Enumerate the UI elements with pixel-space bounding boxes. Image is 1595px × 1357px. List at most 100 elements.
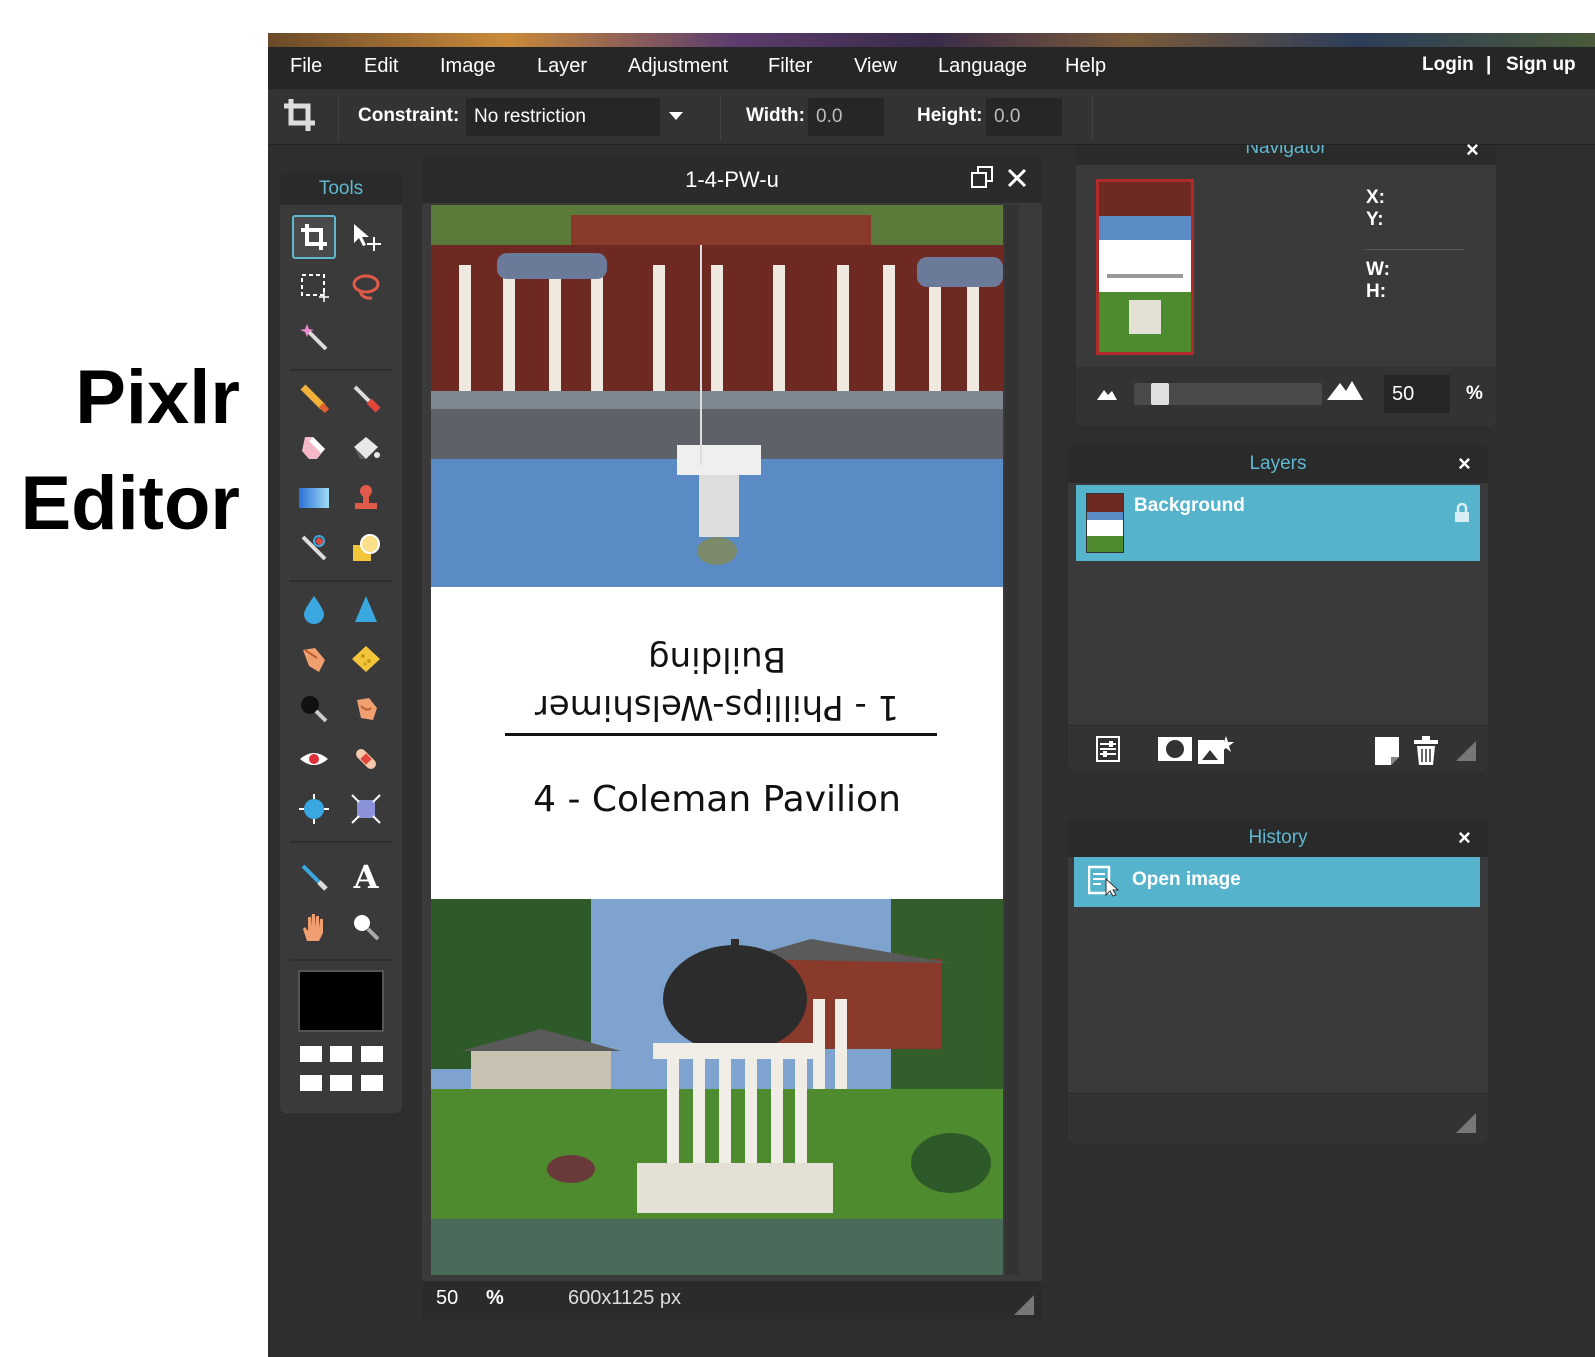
- width-input[interactable]: 0.0: [808, 98, 884, 136]
- history-footer: [1068, 1093, 1488, 1143]
- new-layer-icon[interactable]: [1374, 736, 1400, 773]
- side-title-pixlr: Pixlr: [75, 355, 240, 440]
- swatch-grid-cell[interactable]: [330, 1046, 352, 1062]
- sharpen-tool-button[interactable]: [344, 587, 388, 631]
- menu-help[interactable]: Help: [1065, 55, 1106, 78]
- smudge-tool-button[interactable]: [292, 637, 336, 681]
- eyedropper-icon: [301, 864, 328, 891]
- chevron-down-icon[interactable]: [668, 109, 684, 127]
- canvas-vertical-scrollbar[interactable]: [1005, 205, 1019, 1275]
- document-status-bar: 50 % 600x1125 px: [422, 1281, 1042, 1319]
- history-header[interactable]: History ×: [1068, 819, 1488, 857]
- close-history-icon[interactable]: ×: [1458, 825, 1471, 851]
- marquee-tool-button[interactable]: [292, 265, 336, 309]
- paint-bucket-tool-button[interactable]: [344, 426, 388, 470]
- navigator-divider: [1364, 249, 1464, 250]
- history-item-open-image[interactable]: Open image: [1074, 857, 1480, 907]
- trash-icon[interactable]: [1414, 736, 1438, 773]
- red-eye-tool-button[interactable]: [292, 737, 336, 781]
- navigator-header[interactable]: Navigator: [1076, 145, 1496, 165]
- menu-language[interactable]: Language: [938, 55, 1027, 78]
- lasso-icon: [352, 274, 380, 300]
- resize-grip-icon[interactable]: [1456, 740, 1476, 768]
- tools-divider: [290, 580, 392, 582]
- type-tool-button[interactable]: A: [344, 855, 388, 899]
- menu-image[interactable]: Image: [440, 55, 496, 78]
- swatch-grid-cell[interactable]: [330, 1075, 352, 1091]
- gradient-tool-button[interactable]: [292, 476, 336, 520]
- resize-grip-icon[interactable]: [1014, 1295, 1034, 1320]
- toolbar-separator: [720, 95, 721, 139]
- menu-layer[interactable]: Layer: [537, 55, 587, 78]
- spot-heal-tool-button[interactable]: [344, 737, 388, 781]
- swatch-grid-cell[interactable]: [361, 1046, 383, 1062]
- burn-hand-icon: [357, 698, 377, 720]
- layer-settings-icon[interactable]: [1096, 736, 1120, 769]
- history-title: History: [1248, 827, 1308, 848]
- swatch-grid-cell[interactable]: [300, 1075, 322, 1091]
- height-label: Height:: [917, 105, 983, 126]
- magic-wand-icon: [300, 324, 328, 351]
- layers-header[interactable]: Layers ×: [1068, 445, 1488, 483]
- drawing-tool-button[interactable]: [344, 526, 388, 570]
- zoom-out-mountain-icon[interactable]: [1096, 385, 1118, 406]
- image-canvas[interactable]: Building 1 - Phillips-Welshimer 4 - Cole…: [431, 205, 1003, 1275]
- history-item-label: Open image: [1132, 869, 1241, 890]
- close-navigator-icon[interactable]: ×: [1466, 137, 1479, 163]
- pencil-tool-button[interactable]: [292, 376, 336, 420]
- burn-tool-button[interactable]: [344, 687, 388, 731]
- document-title-bar[interactable]: 1-4-PW-u: [422, 157, 1042, 203]
- zoom-in-mountain-icon[interactable]: [1326, 377, 1364, 406]
- crop-icon: [301, 224, 327, 250]
- blur-tool-button[interactable]: [292, 587, 336, 631]
- close-document-icon[interactable]: [1006, 165, 1028, 196]
- pinch-tool-button[interactable]: [344, 787, 388, 831]
- close-layers-icon[interactable]: ×: [1458, 451, 1471, 477]
- toolbar-separator: [1092, 95, 1093, 139]
- magic-wand-tool-button[interactable]: [292, 315, 336, 359]
- layer-styles-icon[interactable]: [1198, 736, 1234, 773]
- signup-link[interactable]: Sign up: [1506, 54, 1576, 76]
- zoom-value-input[interactable]: 50: [1384, 375, 1450, 413]
- crop-tool-button[interactable]: [292, 215, 336, 259]
- constraint-select[interactable]: No restriction: [466, 98, 660, 136]
- hand-tool-button[interactable]: [292, 905, 336, 949]
- move-tool-button[interactable]: [344, 215, 388, 259]
- navigator-thumbnail[interactable]: [1096, 179, 1194, 355]
- lasso-tool-button[interactable]: [344, 265, 388, 309]
- document-open-icon: [1087, 865, 1120, 904]
- swatch-grid-cell[interactable]: [361, 1075, 383, 1091]
- restore-window-icon[interactable]: [970, 165, 994, 196]
- menu-file[interactable]: File: [290, 55, 322, 78]
- menu-view[interactable]: View: [854, 55, 897, 78]
- color-picker-tool-button[interactable]: [292, 855, 336, 899]
- menu-edit[interactable]: Edit: [364, 55, 398, 78]
- color-replace-tool-button[interactable]: [292, 526, 336, 570]
- zoom-slider-handle[interactable]: [1151, 383, 1169, 405]
- zoom-percent-value[interactable]: 50: [436, 1287, 458, 1310]
- login-link[interactable]: Login: [1422, 54, 1474, 76]
- resize-grip-icon[interactable]: [1456, 1112, 1476, 1140]
- menu-filter[interactable]: Filter: [768, 55, 812, 78]
- zoom-tool-button[interactable]: [344, 905, 388, 949]
- caption-line-building: Building: [648, 639, 786, 679]
- caption-line-phillips: 1 - Phillips-Welshimer: [534, 687, 900, 727]
- navigator-x-label: X:: [1366, 187, 1385, 208]
- layer-mask-icon[interactable]: [1158, 736, 1192, 769]
- brush-tool-button[interactable]: [344, 376, 388, 420]
- navigator-zoom-bar: 50 %: [1076, 367, 1496, 426]
- foreground-color-swatch[interactable]: [298, 970, 384, 1032]
- sponge-tool-button[interactable]: [344, 637, 388, 681]
- height-input[interactable]: 0.0: [986, 98, 1062, 136]
- eraser-tool-button[interactable]: [292, 426, 336, 470]
- magnifier-icon: [354, 915, 380, 941]
- clone-stamp-tool-button[interactable]: [344, 476, 388, 520]
- layer-row-background[interactable]: Background: [1076, 485, 1480, 561]
- swatch-grid-cell[interactable]: [300, 1046, 322, 1062]
- zoom-percent-unit: %: [486, 1287, 504, 1309]
- dodge-tool-button[interactable]: [292, 687, 336, 731]
- move-arrow-icon: [354, 224, 381, 251]
- gradient-icon: [299, 488, 329, 508]
- menu-adjustment[interactable]: Adjustment: [628, 55, 728, 78]
- bloat-tool-button[interactable]: [292, 787, 336, 831]
